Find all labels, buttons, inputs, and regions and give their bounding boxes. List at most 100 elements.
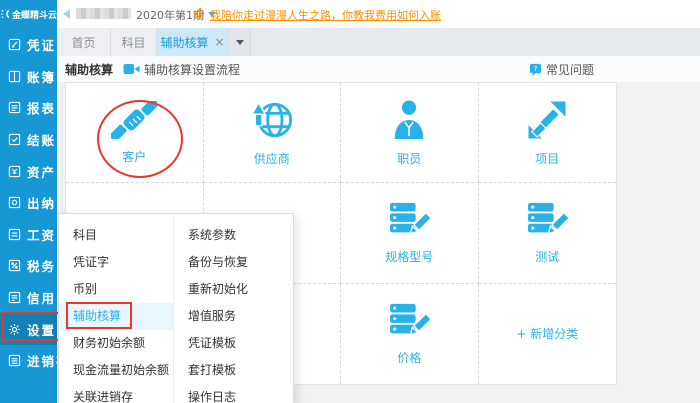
sidebar-item-inventory[interactable]: 进销存 [0,345,57,377]
sidebar-item-report[interactable]: 报表 [0,92,57,124]
menu-column-1: 科目 凭证字 币别 辅助核算 财务初始余额 现金流量初始余额 关联进销存 [59,214,174,403]
database-pencil-icon [388,201,430,239]
menu-item-aux-accounting[interactable]: 辅助核算 [59,303,173,330]
sidebar-item-salary[interactable]: 工资 [0,219,57,251]
sidebar: 凭证 账簿 报表 结账 资产 出纳 工资 税务 [0,28,57,403]
database-pencil-icon [526,201,568,239]
faq-label: 常见问题 [546,61,594,78]
setup-flow-label: 辅助核算设置流程 [144,61,240,78]
sidebar-item-label: 账簿 [27,67,56,86]
top-bar: 金蝶精斗云 2020年第1期 我陪你走过漫漫人生之路，你教我费用如何入账 [0,0,700,28]
svg-text:?: ? [534,64,538,73]
brand-logo-icon [1,6,10,22]
card-label: 职员 [397,150,421,167]
card-price[interactable]: 价格 [341,284,479,384]
card-label: 客户 [122,148,146,165]
sidebar-item-voucher[interactable]: 凭证 [0,29,57,61]
sidebar-collapse-icon[interactable] [63,9,70,19]
tab-bar: 首页 科目 辅助核算 × [57,28,700,56]
brand-name: 金蝶精斗云 [12,8,57,21]
report-icon [8,101,21,114]
sidebar-item-label: 信用 [27,288,56,307]
menu-item-value-added-service[interactable]: 增值服务 [174,303,293,330]
sidebar-item-ledger[interactable]: 账簿 [0,61,57,93]
sidebar-item-label: 出纳 [27,193,56,212]
sidebar-item-label: 资产 [27,162,56,181]
faq-icon: ? [529,63,542,76]
tab-list-dropdown[interactable] [229,28,251,56]
announcement-speaker-icon [193,7,206,23]
sidebar-item-asset[interactable]: 资产 [0,155,57,187]
tab-subjects[interactable]: 科目 [111,28,157,56]
sidebar-item-settings[interactable]: 设置 [0,313,57,345]
card-label: 测试 [535,248,559,265]
sidebar-item-label: 税务 [27,256,56,275]
menu-item-operation-log[interactable]: 操作日志 [174,384,293,403]
card-label: 供应商 [254,150,290,167]
menu-item-link-inventory[interactable]: 关联进销存 [59,384,173,403]
menu-item-subjects[interactable]: 科目 [59,222,173,249]
app-window: 金蝶精斗云 2020年第1期 我陪你走过漫漫人生之路，你教我费用如何入账 凭证 … [0,0,700,403]
menu-item-cashflow-initial-balance[interactable]: 现金流量初始余额 [59,357,173,384]
card-staff[interactable]: 职员 [341,83,479,183]
tab-close-icon[interactable]: × [214,35,224,49]
brand-logo: 金蝶精斗云 [0,0,57,28]
content-header: 辅助核算 辅助核算设置流程 ? 常见问题 [57,56,700,82]
card-label: 价格 [397,349,421,366]
menu-item-voucher-template[interactable]: 凭证模板 [174,330,293,357]
database-pencil-icon [388,302,430,340]
ledger-icon [8,70,21,83]
card-spec-model[interactable]: 规格型号 [341,183,479,283]
sidebar-item-tax[interactable]: 税务 [0,250,57,282]
sidebar-item-label: 报表 [27,98,56,117]
card-project[interactable]: 项目 [479,83,617,183]
sidebar-item-label: 结账 [27,130,56,149]
menu-item-voucher-word[interactable]: 凭证字 [59,249,173,276]
add-category-button[interactable]: + 新增分类 [516,325,578,342]
tab-label: 科目 [121,34,145,51]
setup-flow-link[interactable]: 辅助核算设置流程 [123,61,240,78]
credit-icon [8,291,21,304]
settings-dropdown-menu: 科目 凭证字 币别 辅助核算 财务初始余额 现金流量初始余额 关联进销存 系统参… [58,213,294,403]
card-label: 项目 [535,150,559,167]
sidebar-item-label: 工资 [27,225,56,244]
tab-label: 辅助核算 [160,34,208,51]
sidebar-item-credit[interactable]: 信用 [0,282,57,314]
add-category-cell: + 新增分类 [479,284,617,384]
arrows-icon [525,99,569,141]
inventory-icon [8,354,21,367]
sidebar-item-label: 设置 [27,320,56,339]
asset-icon [8,165,21,178]
salary-icon [8,228,21,241]
company-name-masked [76,8,131,19]
sidebar-item-cashier[interactable]: 出纳 [0,187,57,219]
menu-item-finance-initial-balance[interactable]: 财务初始余额 [59,330,173,357]
closing-icon [8,133,21,146]
sidebar-item-label: 凭证 [27,35,56,54]
faq-link[interactable]: ? 常见问题 [529,61,594,78]
tab-label: 首页 [71,34,95,51]
tax-icon [8,259,21,272]
sidebar-item-closing[interactable]: 结账 [0,124,57,156]
menu-item-print-template[interactable]: 套打模板 [174,357,293,384]
menu-item-backup-restore[interactable]: 备份与恢复 [174,249,293,276]
gear-icon [8,323,21,336]
card-customer[interactable]: 客户 [66,83,204,183]
page-title: 辅助核算 [65,61,113,78]
announcement-link[interactable]: 我陪你走过漫漫人生之路，你教我费用如何入账 [210,7,441,23]
tab-home[interactable]: 首页 [57,28,111,56]
card-label: 规格型号 [385,248,433,265]
voucher-icon [8,38,21,51]
caret-down-icon [236,40,244,45]
menu-column-2: 系统参数 备份与恢复 重新初始化 增值服务 凭证模板 套打模板 操作日志 [174,214,293,403]
globe-up-icon [250,99,294,141]
tab-aux-accounting[interactable]: 辅助核算 × [157,28,229,56]
card-test[interactable]: 测试 [479,183,617,283]
video-icon [123,63,140,75]
menu-item-system-params[interactable]: 系统参数 [174,222,293,249]
menu-item-currency[interactable]: 币别 [59,276,173,303]
person-icon [390,99,428,141]
card-supplier[interactable]: 供应商 [204,83,342,183]
menu-item-reinitialize[interactable]: 重新初始化 [174,276,293,303]
handshake-icon [111,101,157,139]
